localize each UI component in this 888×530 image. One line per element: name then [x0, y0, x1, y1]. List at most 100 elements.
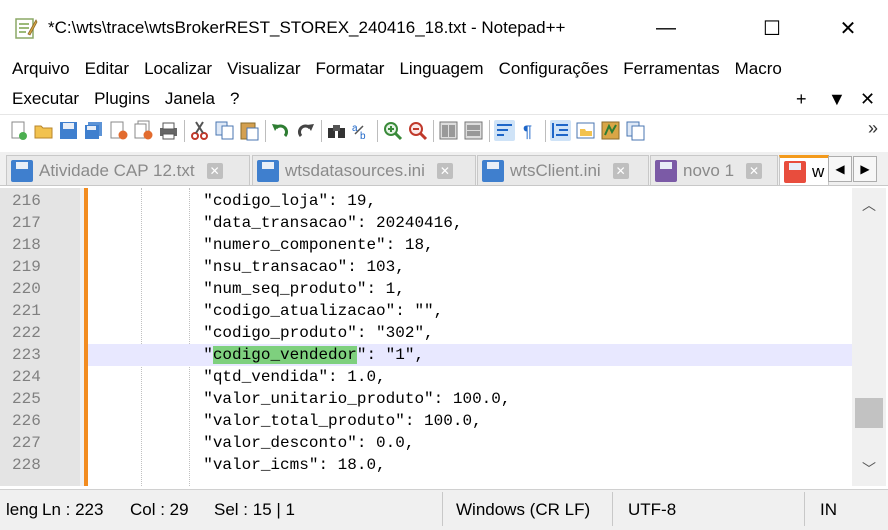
code-text: "valor_unitario_produto": 100.0,: [88, 390, 511, 408]
sync-vertical-scroll-icon[interactable]: [438, 120, 459, 141]
menu-arquivo[interactable]: Arquivo: [12, 59, 70, 79]
close-all-icon[interactable]: [133, 120, 154, 141]
tab-scroll-right-button[interactable]: ▶: [853, 156, 877, 182]
status-eol-format[interactable]: Windows (CR LF): [456, 500, 590, 520]
find-icon[interactable]: [326, 120, 347, 141]
zoom-in-icon[interactable]: [382, 120, 403, 141]
menu-configuracoes[interactable]: Configurações: [499, 59, 609, 79]
saved-file-icon: [257, 160, 279, 182]
code-line[interactable]: "qtd_vendida": 1.0,: [88, 366, 852, 388]
line-number: 227: [12, 434, 41, 452]
vertical-scrollbar[interactable]: ︿ ﹀: [852, 188, 886, 486]
tab-list-dropdown-button[interactable]: ▼: [828, 86, 846, 112]
status-insert-mode[interactable]: IN: [820, 500, 837, 520]
status-encoding[interactable]: UTF-8: [628, 500, 676, 520]
folder-as-workspace-icon[interactable]: [575, 120, 596, 141]
tab-scroll-left-button[interactable]: ◀: [828, 156, 852, 182]
close-file-icon[interactable]: [108, 120, 129, 141]
modified-file-icon: [784, 161, 806, 183]
scroll-down-arrow-icon[interactable]: ﹀: [852, 456, 886, 482]
add-tab-button[interactable]: +: [796, 86, 807, 112]
menu-macro[interactable]: Macro: [735, 59, 782, 79]
status-bar: leng Ln : 223 Col : 29 Sel : 15 | 1 Wind…: [0, 489, 888, 530]
line-number: 216: [12, 192, 41, 210]
close-tab-icon[interactable]: ✕: [612, 163, 629, 179]
code-line-current[interactable]: "codigo_vendedor": "1",: [88, 344, 852, 366]
close-tab-icon[interactable]: ✕: [746, 163, 763, 179]
open-file-icon[interactable]: [33, 120, 54, 141]
code-line[interactable]: "nsu_transacao": 103,: [88, 256, 852, 278]
menu-localizar[interactable]: Localizar: [144, 59, 212, 79]
notepadpp-logo-icon: [15, 18, 38, 39]
word-wrap-icon[interactable]: [494, 120, 515, 141]
code-line[interactable]: "codigo_atualizacao": "",: [88, 300, 852, 322]
code-text: "codigo_loja": 19,: [88, 192, 377, 210]
zoom-out-icon[interactable]: [407, 120, 428, 141]
code-line[interactable]: "valor_unitario_produto": 100.0,: [88, 388, 852, 410]
code-line[interactable]: "numero_componente": 18,: [88, 234, 852, 256]
menu-ferramentas[interactable]: Ferramentas: [623, 59, 719, 79]
toolbar-separator: [377, 119, 378, 142]
line-number: 225: [12, 390, 41, 408]
code-line[interactable]: "codigo_produto": "302",: [88, 322, 852, 344]
menu-janela[interactable]: Janela: [165, 89, 215, 109]
code-line[interactable]: "valor_icms": 18.0,: [88, 454, 852, 476]
document-map-icon[interactable]: [600, 120, 621, 141]
new-file-icon[interactable]: [8, 120, 29, 141]
window-title: *C:\wts\trace\wtsBrokerREST_STOREX_24041…: [48, 18, 566, 37]
cut-icon[interactable]: [189, 120, 210, 141]
tab-current-file[interactable]: w: [779, 155, 829, 185]
tab-wtsclient[interactable]: wtsClient.ini ✕: [477, 155, 649, 185]
line-number: 224: [12, 368, 41, 386]
code-line[interactable]: "valor_desconto": 0.0,: [88, 432, 852, 454]
paste-icon[interactable]: [239, 120, 260, 141]
code-line[interactable]: "data_transacao": 20240416,: [88, 212, 852, 234]
menu-plugins[interactable]: Plugins: [94, 89, 150, 109]
tab-novo-1[interactable]: novo 1 ✕: [650, 155, 778, 185]
code-text: "qtd_vendida": 1.0,: [88, 368, 386, 386]
show-all-characters-icon[interactable]: ¶: [519, 120, 540, 141]
code-line[interactable]: "valor_total_produto": 100.0,: [88, 410, 852, 432]
menu-linguagem[interactable]: Linguagem: [399, 59, 483, 79]
toolbar-overflow-chevron[interactable]: »: [868, 118, 878, 139]
scroll-up-arrow-icon[interactable]: ︿: [852, 192, 886, 218]
editor[interactable]: "codigo_loja": 19, "data_transacao": 202…: [0, 188, 888, 486]
tab-atividade-cap[interactable]: Atividade CAP 12.txt ✕: [6, 155, 250, 185]
function-list-icon[interactable]: [625, 120, 646, 141]
sync-horizontal-scroll-icon[interactable]: [463, 120, 484, 141]
menu-executar[interactable]: Executar: [12, 89, 79, 109]
print-icon[interactable]: [158, 120, 179, 141]
undo-icon[interactable]: [270, 120, 291, 141]
scrollbar-thumb[interactable]: [855, 398, 883, 428]
close-tab-icon[interactable]: ✕: [436, 163, 453, 179]
close-document-button[interactable]: ✕: [860, 86, 875, 112]
code-text: ": "1",: [356, 346, 425, 364]
status-length: leng: [6, 500, 39, 519]
menu-visualizar[interactable]: Visualizar: [227, 59, 300, 79]
copy-icon[interactable]: [214, 120, 235, 141]
code-line[interactable]: "num_seq_produto": 1,: [88, 278, 852, 300]
redo-icon[interactable]: [295, 120, 316, 141]
code-line[interactable]: "codigo_loja": 19,: [88, 190, 852, 212]
code-text: "data_transacao": 20240416,: [88, 214, 463, 232]
toolbar: ab ¶: [0, 114, 888, 146]
status-selection: Sel : 15 | 1: [214, 500, 295, 519]
status-separator: [804, 492, 805, 526]
menu-editar[interactable]: Editar: [85, 59, 129, 79]
selected-text-highlight: codigo_vendedor: [212, 346, 357, 364]
minimize-button[interactable]: —: [636, 8, 696, 48]
toolbar-separator: [545, 119, 546, 142]
tab-wtsdatasources[interactable]: wtsdatasources.ini ✕: [252, 155, 476, 185]
maximize-button[interactable]: ☐: [742, 8, 802, 48]
code-text: "nsu_transacao": 103,: [88, 258, 405, 276]
tab-label: wtsdatasources.ini: [285, 161, 425, 180]
code-area[interactable]: "codigo_loja": 19, "data_transacao": 202…: [88, 188, 852, 486]
close-tab-icon[interactable]: ✕: [206, 163, 223, 179]
replace-icon[interactable]: ab: [351, 120, 372, 142]
close-window-button[interactable]: ✕: [818, 8, 878, 48]
save-all-icon[interactable]: [83, 120, 104, 141]
menu-help[interactable]: ?: [230, 89, 239, 109]
save-icon[interactable]: [58, 120, 79, 141]
menu-formatar[interactable]: Formatar: [316, 59, 385, 79]
indent-guide-icon[interactable]: [550, 120, 571, 141]
